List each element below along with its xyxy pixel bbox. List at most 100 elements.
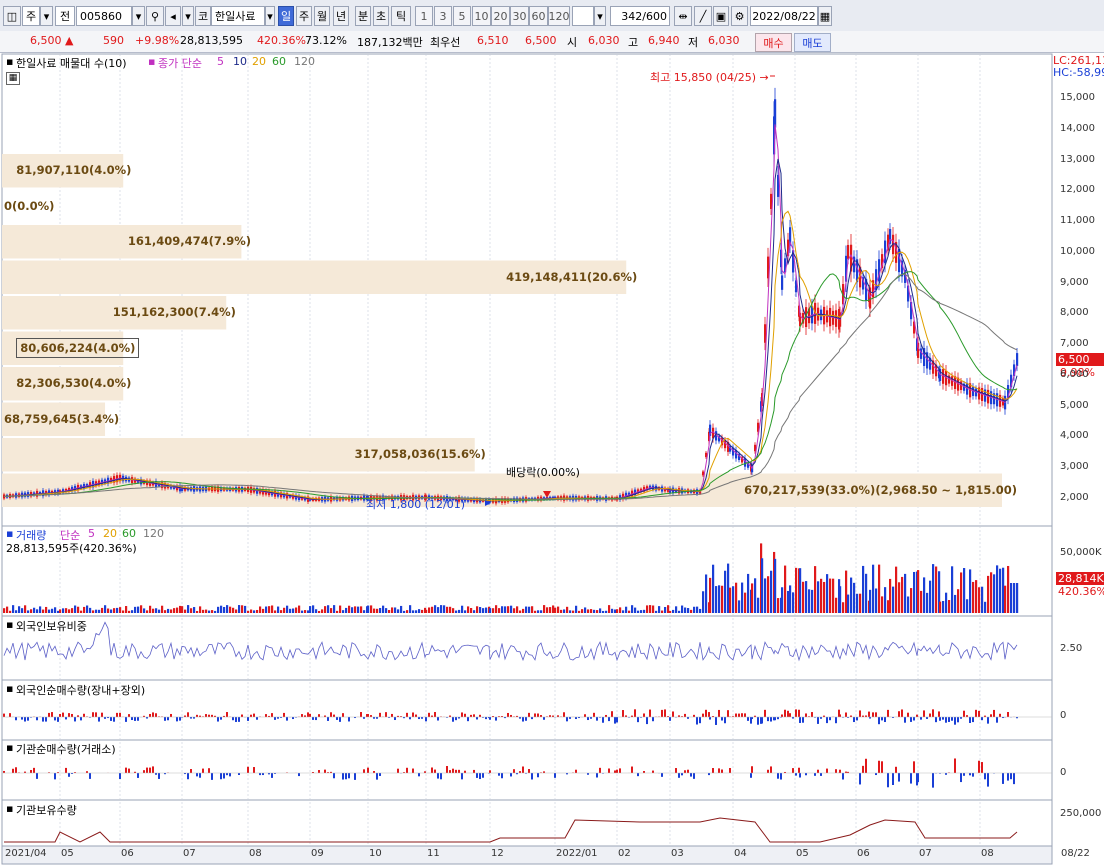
inst-net-bar <box>373 771 375 773</box>
foreign-net-bar <box>557 715 559 717</box>
volume-legend-bullet: ▪ <box>6 527 14 540</box>
volume-bar <box>327 605 330 613</box>
foreign-net-bar <box>938 711 940 717</box>
foreign-net-bar <box>437 717 439 721</box>
foreign-net-bar <box>649 709 651 717</box>
volume-bar <box>415 610 418 613</box>
volume-bar <box>403 610 406 613</box>
foreign-net-bar <box>155 713 157 717</box>
volume-bar <box>777 598 780 613</box>
volume-bar <box>926 592 929 613</box>
price-axis-label: 14,000 <box>1060 122 1095 134</box>
volume-bar <box>569 610 572 613</box>
volume-bar <box>957 589 960 613</box>
volume-bar <box>611 608 614 613</box>
volume-bar <box>939 601 942 613</box>
inst-net-bar <box>476 773 478 778</box>
foreign-net-bar <box>373 717 375 719</box>
inst-net-bar <box>519 771 521 773</box>
foreign-net-bar <box>715 717 717 725</box>
foreign-net-bar <box>339 717 341 722</box>
foreign-net-bar <box>24 717 26 722</box>
price-chart[interactable] <box>0 0 1104 865</box>
inst-net-bar <box>963 773 965 776</box>
volume-bar <box>176 607 179 613</box>
volume-bar <box>898 582 901 613</box>
inst-net-bar <box>750 773 752 778</box>
price-axis-label: 7,000 <box>1060 338 1089 350</box>
volume-bar <box>179 605 182 613</box>
volume-bar <box>754 578 757 613</box>
foreign-net-bar <box>167 717 169 721</box>
volume-bar <box>304 610 307 613</box>
volume-bar <box>80 610 83 613</box>
inst-net-bar <box>917 773 919 783</box>
volume-bar <box>155 608 158 613</box>
foreign-net-bar <box>54 717 56 721</box>
inst-net-panel <box>1 739 1053 801</box>
foreign-net-bar <box>708 712 710 717</box>
legend-ma60: 60 <box>272 55 286 68</box>
foreign-net-bar <box>926 717 928 719</box>
inst-net-bar <box>458 769 460 773</box>
volume-bar <box>522 608 525 613</box>
volume-bar <box>33 607 36 613</box>
inst-net-bar <box>729 768 731 773</box>
volume-bar <box>681 605 684 613</box>
foreign-net-bar <box>693 714 695 717</box>
inst-net-bar <box>675 768 677 773</box>
table-icon[interactable]: ▦ <box>6 72 20 85</box>
volume-bar <box>205 609 208 613</box>
foreign-net-bar <box>770 717 772 722</box>
volume-bar <box>993 574 996 613</box>
foreign-net-bar <box>954 717 956 725</box>
price-axis-label: 8,000 <box>1060 307 1089 319</box>
inst-net-bar <box>54 773 56 780</box>
foreign-net-bar <box>744 713 746 717</box>
volume-bar <box>241 605 244 613</box>
foreign-net-bar <box>669 717 671 721</box>
volume-bar <box>110 609 113 613</box>
inst-net-bar <box>461 773 463 780</box>
volume-bar <box>122 610 125 613</box>
legend-ma10: 10 <box>233 55 247 68</box>
inst-net-bar <box>15 767 17 773</box>
inst-net-bar <box>208 768 210 773</box>
volume-bar <box>942 600 945 613</box>
volume-profile-label: 81,907,110(4.0%) <box>16 163 132 177</box>
legend-ma-bullet: ▪ <box>148 55 156 68</box>
volume-bar <box>170 609 173 613</box>
foreign-net-bar <box>901 709 903 717</box>
foreign-net-bar <box>602 717 604 723</box>
volume-bar <box>181 606 184 613</box>
foreign-net-bar <box>584 714 586 717</box>
volume-bar <box>464 610 467 613</box>
inst-net-bar <box>895 766 897 773</box>
foreign-net-bar <box>208 714 210 717</box>
volume-bar <box>434 605 437 613</box>
volume-bar <box>345 607 348 613</box>
volume-bar <box>646 605 649 613</box>
volume-ma5: 5 <box>88 527 95 540</box>
inst-hold-label: 기관보유수량 <box>16 804 77 817</box>
foreign-net-bar <box>476 717 478 720</box>
volume-bar <box>602 610 605 613</box>
volume-bar <box>892 586 895 613</box>
foreign-net-bar <box>391 713 393 717</box>
volume-bar <box>51 608 54 613</box>
foreign-net-bar <box>767 717 769 722</box>
inst-net-bar <box>489 770 491 773</box>
volume-bar <box>277 606 280 613</box>
volume-bar <box>907 596 910 613</box>
volume-axis-label: 50,000K <box>1060 547 1102 558</box>
inst-net-bar <box>862 765 864 773</box>
volume-bar <box>476 606 479 613</box>
time-axis <box>1 845 1053 865</box>
foreign-net-bar <box>3 713 5 717</box>
foreign-net-bar <box>596 717 598 721</box>
inst-net-bar <box>913 761 915 773</box>
volume-bar <box>71 608 74 613</box>
volume-bar <box>640 610 643 613</box>
inst-net-bar <box>354 773 356 780</box>
volume-bar <box>715 586 718 613</box>
